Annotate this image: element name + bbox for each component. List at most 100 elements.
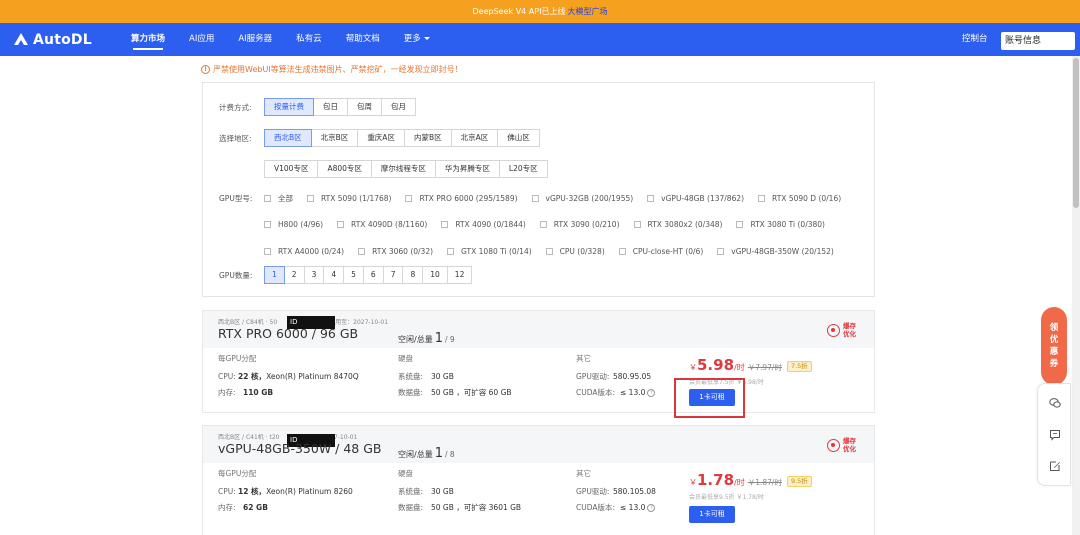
nav-ai-apps[interactable]: AI应用 bbox=[189, 23, 214, 56]
billing-option-monthly[interactable]: 包月 bbox=[381, 98, 416, 116]
nav-ai-servers[interactable]: AI服务器 bbox=[238, 23, 272, 56]
checkbox[interactable] bbox=[264, 194, 271, 202]
gpu-count-option[interactable]: 5 bbox=[343, 266, 364, 284]
promo-badge: 爆存优化 bbox=[827, 322, 857, 338]
checkbox[interactable] bbox=[307, 194, 314, 202]
region-zone-option[interactable]: A800专区 bbox=[317, 160, 372, 178]
checkbox[interactable] bbox=[441, 221, 449, 229]
checkbox[interactable] bbox=[717, 248, 725, 256]
nav-compute-market[interactable]: 算力市场 bbox=[131, 23, 165, 56]
gpu-checkbox-item[interactable]: vGPU-48GB-350W (20/152) bbox=[717, 247, 834, 256]
gpu-checkbox-item[interactable]: RTX 3090 (0/210) bbox=[539, 220, 620, 229]
gpu-count-option[interactable]: 4 bbox=[323, 266, 345, 284]
cpu-line: CPU: 22 核，Xeon(R) Platinum 8470Q bbox=[218, 370, 359, 386]
checkbox[interactable] bbox=[618, 248, 626, 256]
region-zone-option[interactable]: L20专区 bbox=[498, 160, 548, 178]
banner-link[interactable]: 大模型广场 bbox=[567, 7, 607, 16]
checkbox[interactable] bbox=[264, 221, 271, 229]
gpu-checkbox-item[interactable]: RTX 5090 (1/1768) bbox=[307, 194, 391, 203]
gpu-count-option[interactable]: 12 bbox=[446, 266, 473, 284]
console-link[interactable]: 控制台 bbox=[962, 23, 988, 56]
gpu-count-option[interactable]: 10 bbox=[422, 266, 448, 284]
checkbox[interactable] bbox=[337, 221, 345, 229]
logo[interactable]: AutoDL bbox=[13, 32, 123, 48]
memory-key: 内存: bbox=[218, 388, 236, 397]
checkbox[interactable] bbox=[358, 248, 366, 256]
wechat-icon[interactable] bbox=[1049, 397, 1061, 409]
edit-feedback-icon[interactable] bbox=[1049, 460, 1061, 472]
region-zone-option[interactable]: 摩尔线程专区 bbox=[370, 160, 436, 178]
rent-button[interactable]: 1卡可租 bbox=[689, 506, 735, 523]
region-option[interactable]: 北京A区 bbox=[450, 129, 499, 147]
promo-text: 爆存优化 bbox=[843, 437, 856, 453]
gpu-label: RTX 5090 (1/1768) bbox=[321, 193, 392, 203]
driver-key: GPU驱动: bbox=[576, 487, 610, 496]
price: ￥1.78/时 ￥1.87/时 9.5折 bbox=[689, 471, 812, 489]
billing-option-weekly[interactable]: 包周 bbox=[347, 98, 382, 116]
checkbox[interactable] bbox=[545, 248, 553, 256]
gpu-checkbox-item[interactable]: RTX 3080x2 (0/348) bbox=[633, 220, 722, 229]
memory-value: 62 GB bbox=[243, 503, 268, 512]
original-price: ￥7.97/时 bbox=[747, 363, 782, 372]
gpu-count-option[interactable]: 2 bbox=[283, 266, 305, 284]
message-icon[interactable] bbox=[1049, 429, 1061, 441]
checkbox[interactable] bbox=[736, 221, 744, 229]
region-option[interactable]: 内蒙B区 bbox=[403, 129, 452, 147]
gpu-checkbox-item[interactable]: vGPU-48GB (137/862) bbox=[647, 194, 744, 203]
checkbox[interactable] bbox=[633, 221, 641, 229]
billing-option-daily[interactable]: 包日 bbox=[313, 98, 348, 116]
region-zone-option[interactable]: 华为昇腾专区 bbox=[434, 160, 500, 178]
checkbox[interactable] bbox=[405, 194, 413, 202]
gpu-checkbox-item[interactable]: 全部 bbox=[264, 193, 293, 204]
coupon-float-button[interactable]: 领 优 惠 券 bbox=[1041, 307, 1067, 385]
price: ￥5.98/时 ￥7.97/时 7.5折 bbox=[689, 356, 812, 374]
gpu-checkbox-item[interactable]: CPU (0/328) bbox=[545, 247, 605, 256]
gpu-type-row: RTX A4000 (0/24) RTX 3060 (0/32) GTX 108… bbox=[264, 246, 864, 258]
gpu-checkbox-item[interactable]: RTX A4000 (0/24) bbox=[264, 247, 344, 256]
gpu-checkbox-item[interactable]: CPU-close-HT (0/6) bbox=[618, 247, 703, 256]
gpu-checkbox-item[interactable]: RTX PRO 6000 (295/1589) bbox=[405, 194, 518, 203]
cuda-key: CUDA版本: bbox=[576, 388, 616, 397]
gpu-count-option[interactable]: 7 bbox=[382, 266, 404, 284]
driver-key: GPU驱动: bbox=[576, 372, 610, 381]
gpu-label: RTX 3060 (0/32) bbox=[372, 247, 434, 257]
checkbox[interactable] bbox=[758, 194, 766, 202]
region-option[interactable]: 佛山区 bbox=[497, 129, 540, 147]
gpu-count-option[interactable]: 6 bbox=[362, 266, 384, 284]
nav-more[interactable]: 更多 bbox=[404, 23, 430, 56]
help-icon[interactable]: ? bbox=[647, 504, 656, 512]
gpu-checkbox-item[interactable]: RTX 3080 Ti (0/380) bbox=[736, 220, 825, 229]
checkbox[interactable] bbox=[447, 248, 455, 256]
checkbox[interactable] bbox=[531, 194, 539, 202]
gpu-count-option[interactable]: 1 bbox=[264, 266, 285, 284]
gpu-count-option[interactable]: 3 bbox=[303, 266, 325, 284]
page-scrollbar[interactable] bbox=[1072, 56, 1080, 535]
region-option[interactable]: 重庆A区 bbox=[357, 129, 405, 147]
region-zone-option[interactable]: V100专区 bbox=[264, 160, 319, 178]
nav-private-cloud[interactable]: 私有云 bbox=[296, 23, 322, 56]
gpu-count-option[interactable]: 8 bbox=[402, 266, 424, 284]
scrollbar-thumb[interactable] bbox=[1073, 58, 1079, 208]
gpu-checkbox-item[interactable]: RTX 5090 D (0/16) bbox=[758, 194, 841, 203]
checkbox[interactable] bbox=[647, 194, 655, 202]
checkbox[interactable] bbox=[539, 221, 547, 229]
checkbox[interactable] bbox=[264, 248, 271, 256]
region-option[interactable]: 北京B区 bbox=[310, 129, 359, 147]
region-row: 选择地区: 西北B区 北京B区 重庆A区 内蒙B区 北京A区 佛山区 bbox=[219, 129, 540, 147]
gpu-type-row: H800 (4/96) RTX 4090D (8/1160) RTX 4090 … bbox=[264, 219, 864, 231]
price-unit: /时 bbox=[734, 363, 745, 372]
rent-button[interactable]: 1卡可租 bbox=[689, 389, 735, 406]
account-info-button[interactable]: 账号信息 bbox=[1001, 32, 1075, 50]
gpu-checkbox-item[interactable]: RTX 3060 (0/32) bbox=[358, 247, 433, 256]
gpu-checkbox-item[interactable]: vGPU-32GB (200/1955) bbox=[531, 194, 633, 203]
gpu-checkbox-item[interactable]: RTX 4090D (8/1160) bbox=[337, 220, 427, 229]
region-option[interactable]: 西北B区 bbox=[264, 129, 312, 147]
gpu-checkbox-item[interactable]: RTX 4090 (0/1844) bbox=[441, 220, 526, 229]
nav-help-docs[interactable]: 帮助文档 bbox=[346, 23, 380, 56]
gpu-checkbox-item[interactable]: GTX 1080 Ti (0/14) bbox=[447, 247, 532, 256]
gpu-label: RTX 3080 Ti (0/380) bbox=[750, 220, 825, 230]
help-icon[interactable]: ? bbox=[647, 389, 656, 397]
system-disk-value: 30 GB bbox=[431, 372, 454, 381]
billing-option-pay-as-you-go[interactable]: 按量计费 bbox=[264, 98, 314, 116]
gpu-checkbox-item[interactable]: H800 (4/96) bbox=[264, 220, 323, 229]
